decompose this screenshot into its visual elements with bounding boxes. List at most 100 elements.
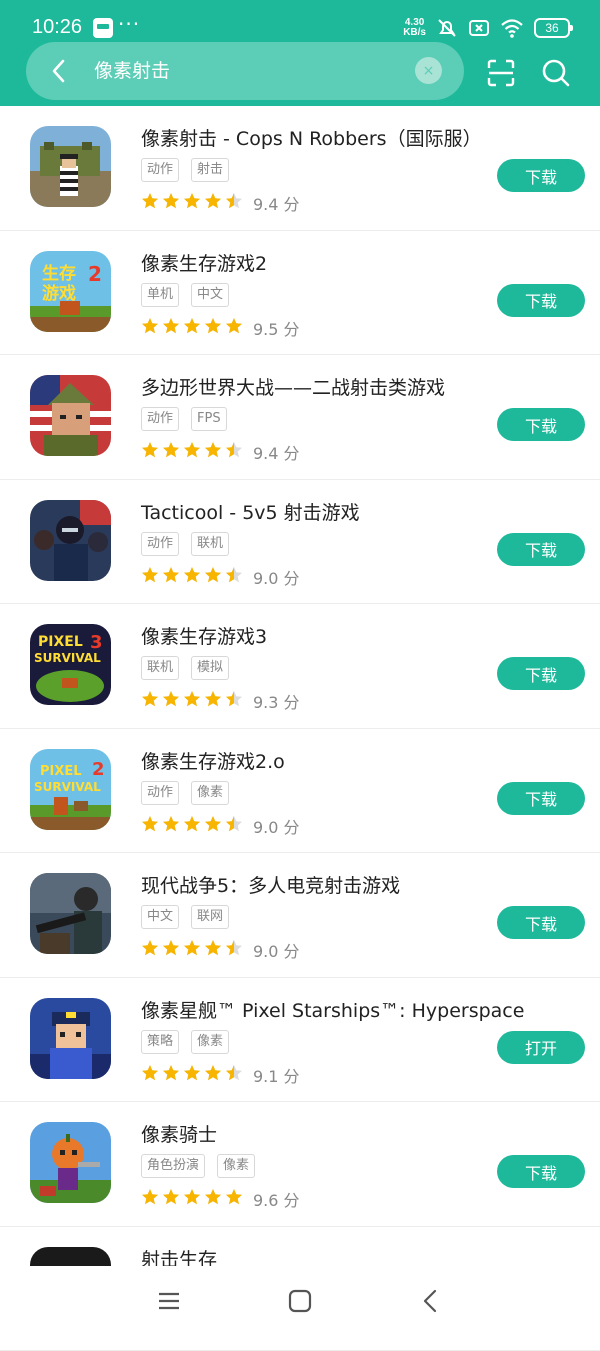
list-item[interactable]: 生存 游戏 2 像素生存游戏2 单机 中文 9.5 分 下载 [0,231,600,356]
open-button[interactable]: 打开 [497,1031,585,1064]
star-half-icon [225,192,243,210]
search-results-list: 像素射击 - Cops N Robbers（国际服） 动作 射击 9.4 分 下… [0,106,600,1351]
list-item[interactable]: 现代战争5：多人电竞射击游戏 中文 联网 9.0 分 下载 [0,853,600,978]
star-full-icon [141,939,159,957]
network-speed-unit: KB/s [403,28,426,38]
list-item[interactable]: 像素骑士 角色扮演 像素 9.6 分 下载 [0,1102,600,1227]
star-full-icon [162,690,180,708]
download-button[interactable]: 下载 [497,533,585,566]
list-item[interactable]: 像素星舰™ Pixel Starships™: Hyperspace 策略 像素… [0,978,600,1103]
app-title: 像素射击 - Cops N Robbers（国际服） [141,124,482,151]
star-half-icon [225,690,243,708]
search-input[interactable]: 像素射击 [94,58,170,84]
svg-text:SURVIVAL: SURVIVAL [34,651,101,665]
app-score: 9.3 分 [253,689,300,713]
star-full-icon [204,566,222,584]
svg-text:PIXEL: PIXEL [40,764,82,779]
app-score: 9.0 分 [253,565,300,589]
star-full-icon [204,317,222,335]
app-tag: 像素 [191,781,229,805]
list-item[interactable]: PIXEL SURVIVAL 3 像素生存游戏3 联机 模拟 9.3 分 下载 [0,604,600,729]
app-tag: 角色扮演 [141,1154,205,1178]
search-bar[interactable] [26,42,464,100]
rating-stars [141,815,243,833]
star-full-icon [183,317,201,335]
modern-combat-icon [30,873,111,954]
download-button[interactable]: 下载 [497,906,585,939]
rating-stars [141,566,243,584]
star-full-icon [204,192,222,210]
system-navigation-bar [0,1266,600,1334]
scan-icon[interactable] [486,58,516,88]
status-bar: 10:26 ··· 4.30 KB/s 36 [0,0,600,44]
download-button[interactable]: 下载 [497,782,585,815]
notification-app-icon [93,18,113,38]
clear-icon: × [423,63,435,79]
rating-stars [141,317,243,335]
star-half-icon [225,1064,243,1082]
app-score: 9.5 分 [253,316,300,340]
app-tag: 联网 [191,905,229,929]
app-tag: 模拟 [191,656,229,680]
star-full-icon [183,566,201,584]
star-full-icon [141,815,159,833]
svg-text:生存: 生存 [42,263,76,284]
app-title: 像素星舰™ Pixel Starships™: Hyperspace [141,996,524,1023]
download-button[interactable]: 下载 [497,1155,585,1188]
clear-search-button[interactable]: × [415,57,442,84]
rating-stars [141,939,243,957]
star-half-icon [225,566,243,584]
star-full-icon [141,317,159,335]
menu-icon[interactable] [156,1288,182,1314]
list-item[interactable]: 多边形世界大战——二战射击类游戏 动作 FPS 9.4 分 下载 [0,355,600,480]
app-score: 9.6 分 [253,1187,300,1211]
app-tag: 中文 [191,283,229,307]
star-full-icon [162,566,180,584]
back-icon[interactable] [418,1288,444,1314]
svg-text:3: 3 [90,632,103,653]
svg-text:2: 2 [92,759,105,780]
home-icon[interactable] [287,1288,313,1314]
download-button[interactable]: 下载 [497,159,585,192]
star-full-icon [183,1188,201,1206]
star-full-icon [204,815,222,833]
app-tag: 像素 [217,1154,255,1178]
star-full-icon [183,815,201,833]
star-half-icon [225,939,243,957]
list-item[interactable]: PIXEL SURVIVAL 2 像素生存游戏2.o 动作 像素 9.0 分 下… [0,729,600,854]
pixel-survival-3-icon: PIXEL SURVIVAL 3 [30,624,111,705]
download-button[interactable]: 下载 [497,657,585,690]
rating-stars [141,441,243,459]
star-full-icon [204,441,222,459]
app-title: 像素生存游戏2.o [141,747,285,774]
rating-stars [141,690,243,708]
app-tag: FPS [191,407,227,431]
app-score: 9.4 分 [253,440,300,464]
star-full-icon [204,1188,222,1206]
star-full-icon [225,317,243,335]
more-notifications-icon: ··· [118,12,140,36]
list-item[interactable]: Tacticool - 5v5 射击游戏 动作 联机 9.0 分 下载 [0,480,600,605]
star-full-icon [183,690,201,708]
search-icon[interactable] [541,58,571,88]
download-button[interactable]: 下载 [497,408,585,441]
top-bar: 10:26 ··· 4.30 KB/s 36 像素射击 × [0,0,600,106]
app-title: 现代战争5：多人电竞射击游戏 [141,871,400,898]
back-arrow-icon[interactable] [44,56,74,86]
app-tag: 联机 [191,532,229,556]
app-tag: 动作 [141,158,179,182]
app-tag: 射击 [191,158,229,182]
survival-2-icon: 生存 游戏 2 [30,251,111,332]
download-button[interactable]: 下载 [497,284,585,317]
star-full-icon [183,939,201,957]
star-full-icon [141,1188,159,1206]
star-full-icon [141,690,159,708]
app-tag: 策略 [141,1030,179,1054]
list-item[interactable]: 像素射击 - Cops N Robbers（国际服） 动作 射击 9.4 分 下… [0,106,600,231]
app-tag: 联机 [141,656,179,680]
star-half-icon [225,441,243,459]
app-tag: 动作 [141,781,179,805]
star-full-icon [141,192,159,210]
rating-stars [141,192,243,210]
star-full-icon [183,192,201,210]
